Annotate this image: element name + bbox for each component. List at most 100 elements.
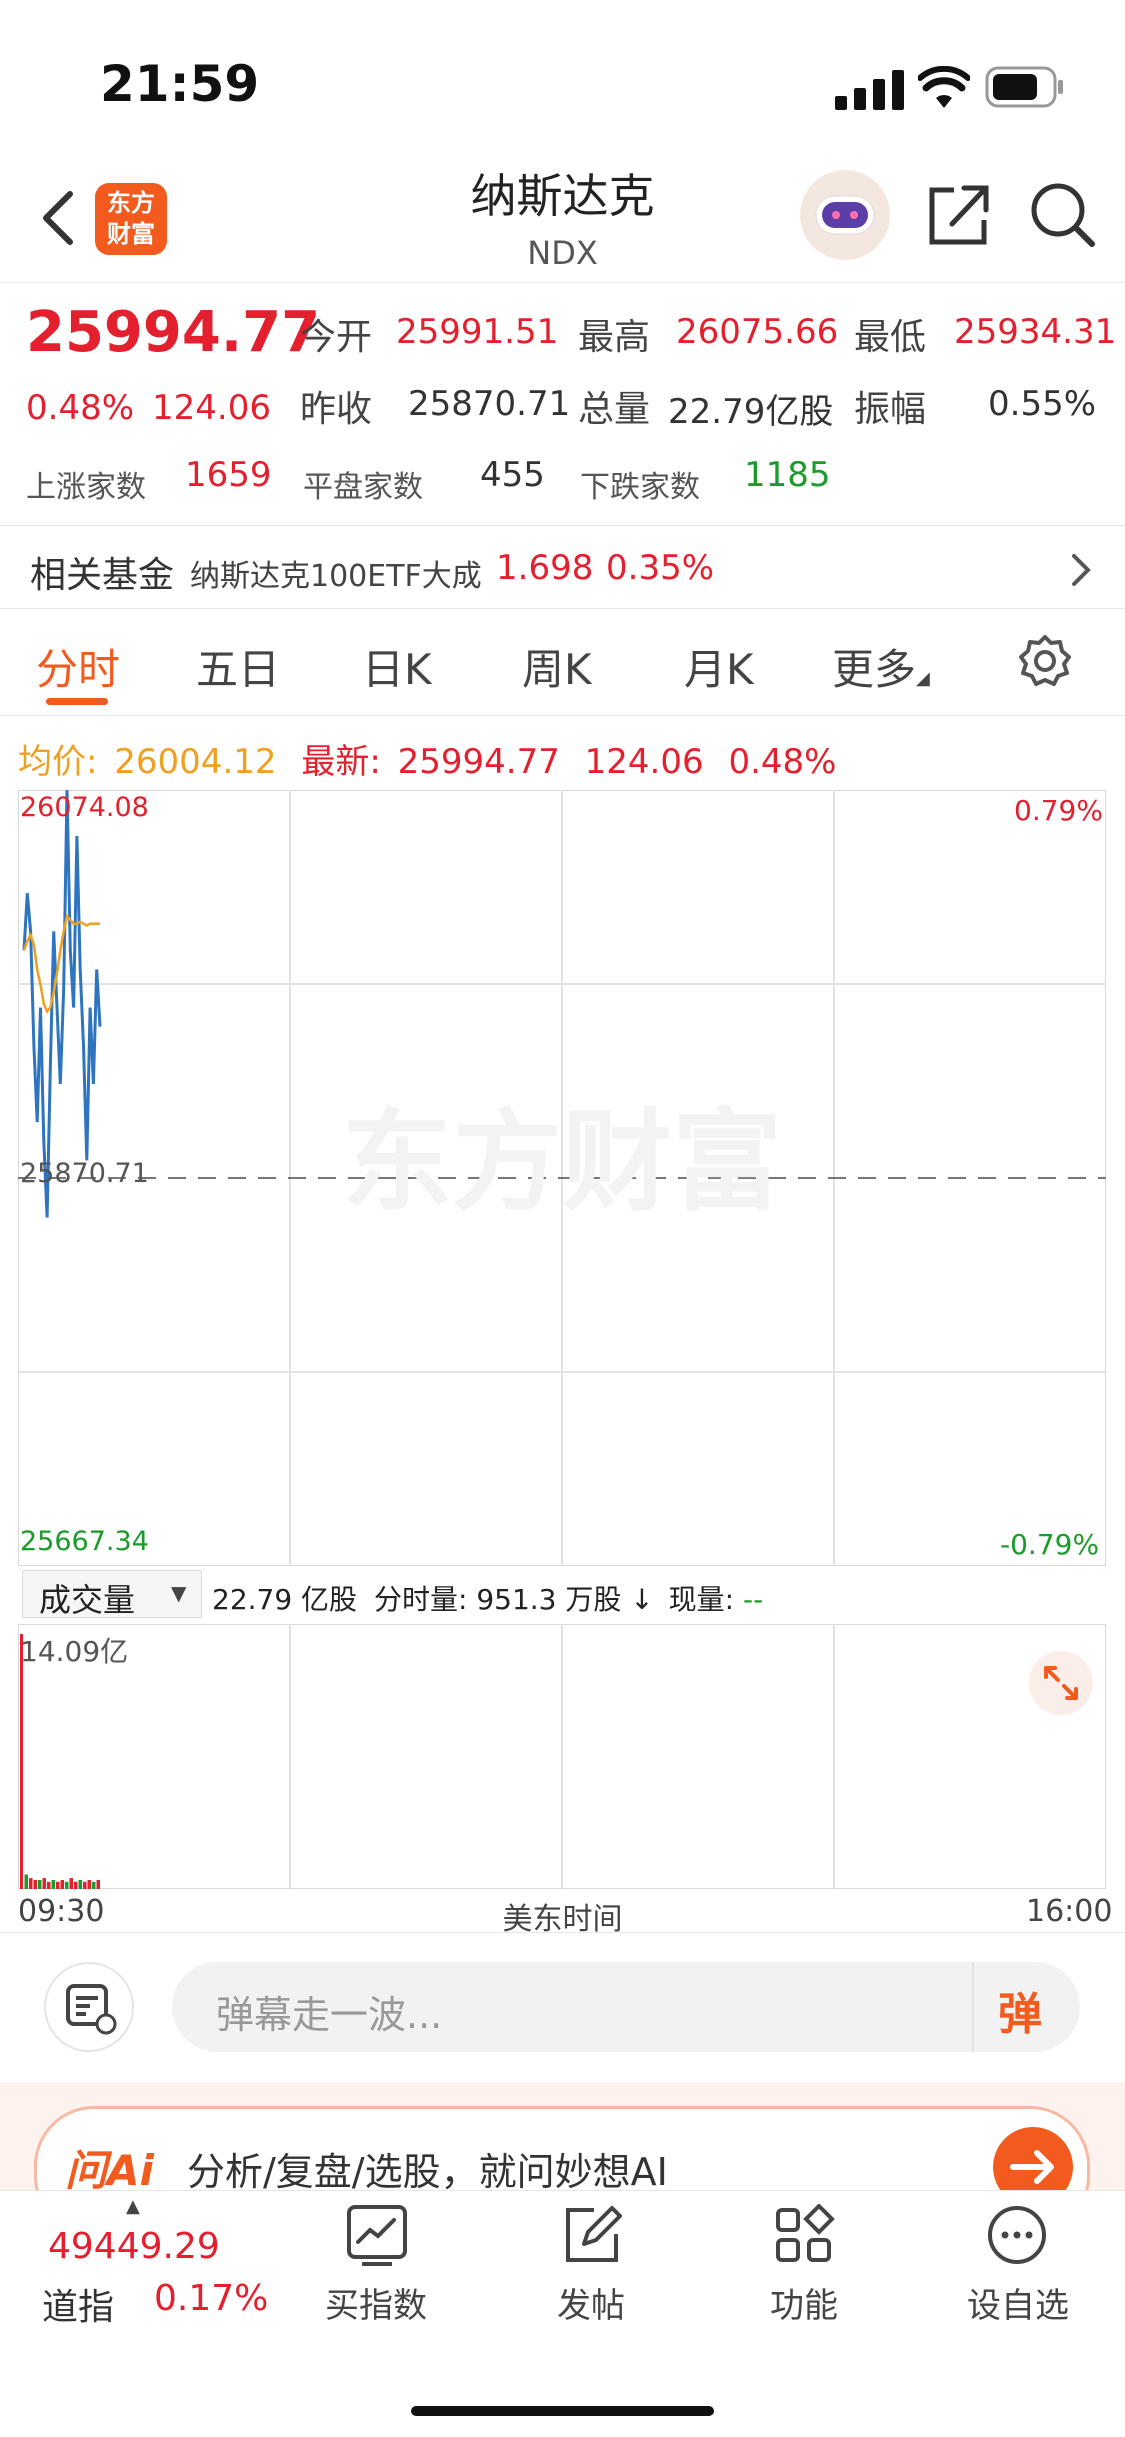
- up-count-label: 上涨家数: [26, 470, 146, 505]
- low-label: 最低: [854, 317, 927, 358]
- divider: [0, 715, 1125, 716]
- volume-bar: [92, 1881, 96, 1889]
- prev-close-value: 25870.71: [408, 384, 571, 424]
- danmu-input[interactable]: 弹幕走一波... 弹: [172, 1962, 1080, 2052]
- danmu-placeholder: 弹幕走一波...: [216, 1993, 443, 2037]
- home-indicator: [411, 2406, 714, 2416]
- y-bottom-label: 25667.34: [20, 1526, 149, 1557]
- volume-bar: [51, 1880, 55, 1889]
- index-up-arrow-icon: ▲: [126, 2196, 140, 2217]
- high-value: 26075.66: [676, 312, 839, 352]
- avg-value: 26004.12: [114, 742, 277, 782]
- tab-five-day[interactable]: 五日: [196, 636, 280, 697]
- minute-volume-label: 分时量:: [373, 1583, 468, 1616]
- index-percent[interactable]: 0.17%: [154, 2278, 268, 2319]
- x-end-label: 16:00: [1026, 1894, 1113, 1929]
- tab-monthly-k[interactable]: 月K: [684, 636, 754, 697]
- watermark: 东方财富: [342, 1098, 782, 1226]
- fund-name: 纳斯达克100ETF大成: [190, 559, 482, 594]
- y-top-label: 26074.08: [20, 792, 149, 823]
- volume-bar: [87, 1880, 91, 1889]
- current-volume-value: --: [743, 1583, 764, 1616]
- change-percent: 0.48%: [26, 388, 135, 428]
- functions-grid-icon[interactable]: [774, 2204, 836, 2266]
- danmu-list-icon: [66, 1984, 117, 2035]
- tab-daily-k[interactable]: 日K: [362, 636, 432, 697]
- current-price: 25994.77: [26, 300, 321, 365]
- signal-icon: [835, 70, 904, 110]
- current-volume-label: 现量:: [668, 1583, 735, 1616]
- robot-assistant-icon[interactable]: [798, 168, 892, 262]
- expand-icon[interactable]: [1028, 1650, 1094, 1716]
- nav-post[interactable]: 发帖: [511, 2278, 671, 2327]
- volume-bar: [60, 1880, 64, 1889]
- volume-bar: [24, 1874, 28, 1889]
- open-label: 今开: [300, 317, 373, 358]
- volume-bar: [65, 1881, 69, 1889]
- search-icon[interactable]: [1028, 180, 1098, 250]
- volume-bar: [29, 1878, 33, 1889]
- tab-more[interactable]: 更多◢: [832, 636, 930, 697]
- prev-close-label: 昨收: [300, 389, 373, 430]
- wifi-icon: [918, 66, 970, 108]
- status-time: 21:59: [100, 55, 260, 113]
- low-value: 25934.31: [954, 312, 1117, 352]
- change-value: 124.06: [152, 388, 271, 428]
- danmu-toggle-button[interactable]: [44, 1962, 134, 2052]
- tab-intraday[interactable]: 分时: [36, 636, 120, 697]
- up-count: 1659: [185, 455, 272, 495]
- danmu-separator: [972, 1962, 974, 2052]
- post-edit-icon[interactable]: [560, 2204, 622, 2266]
- y-mid-label: 25870.71: [20, 1158, 149, 1189]
- minute-volume-value: 951.3 万股: [476, 1583, 622, 1616]
- volume-max-label: 14.09亿: [20, 1635, 129, 1668]
- fund-percent: 0.35%: [606, 548, 715, 588]
- latest-percent: 0.48%: [728, 742, 837, 782]
- divider: [0, 1932, 1125, 1933]
- ai-prompt-text: 分析/复盘/选股，就问妙想AI: [187, 2150, 668, 2194]
- volume-bar: [96, 1880, 100, 1889]
- open-value: 25991.51: [396, 312, 559, 352]
- volume-total: 22.79 亿股: [212, 1583, 358, 1616]
- volume-bar: [47, 1881, 51, 1889]
- volume-bar: [56, 1881, 60, 1889]
- share-icon[interactable]: [924, 180, 994, 250]
- status-bar: 21:59: [0, 0, 1125, 150]
- avg-label: 均价:: [18, 742, 98, 782]
- nav-add-watchlist[interactable]: 设自选: [938, 2278, 1098, 2327]
- latest-change: 124.06: [584, 742, 704, 782]
- latest-value: 25994.77: [397, 742, 560, 782]
- volume-chart[interactable]: [18, 1624, 1106, 1889]
- buy-index-chart-icon[interactable]: [346, 2204, 408, 2266]
- amplitude-value: 0.55%: [988, 384, 1097, 424]
- volume-arrow: ↓: [630, 1583, 654, 1616]
- pct-top-label: 0.79%: [1014, 794, 1103, 827]
- battery-icon: [985, 66, 1063, 108]
- add-watchlist-icon[interactable]: [986, 2204, 1048, 2266]
- price-chart[interactable]: 东方财富: [18, 790, 1106, 1566]
- volume-bar: [74, 1881, 78, 1889]
- latest-label: 最新:: [301, 742, 381, 782]
- index-value[interactable]: 49449.29: [48, 2226, 220, 2267]
- index-name[interactable]: 道指: [42, 2278, 114, 2330]
- volume-bar: [83, 1881, 87, 1889]
- volume-bar: [33, 1880, 37, 1889]
- nav-buy-index[interactable]: 买指数: [296, 2278, 456, 2327]
- tab-indicator: [46, 698, 108, 705]
- amplitude-label: 振幅: [854, 389, 927, 430]
- volume-selector[interactable]: 成交量 ▼: [22, 1570, 202, 1619]
- down-count: 1185: [744, 455, 831, 495]
- volume-bar: [20, 1634, 23, 1889]
- chevron-right-icon: [1072, 554, 1091, 586]
- settings-gear-icon[interactable]: [1018, 634, 1072, 688]
- tab-weekly-k[interactable]: 周K: [522, 636, 592, 697]
- down-count-label: 下跌家数: [580, 470, 700, 505]
- flat-count-label: 平盘家数: [303, 470, 423, 505]
- nav-functions[interactable]: 功能: [724, 2278, 884, 2327]
- danmu-send-icon[interactable]: 弹: [998, 1978, 1042, 2042]
- related-fund-row[interactable]: 相关基金 纳斯达克100ETF大成 1.698 0.35%: [0, 526, 1125, 608]
- ai-logo: 问Ai: [65, 2146, 154, 2195]
- chart-info-line: 均价: 26004.12 最新: 25994.77 124.06 0.48%: [18, 734, 836, 783]
- volume-bar: [38, 1880, 42, 1889]
- fund-price: 1.698: [496, 548, 594, 588]
